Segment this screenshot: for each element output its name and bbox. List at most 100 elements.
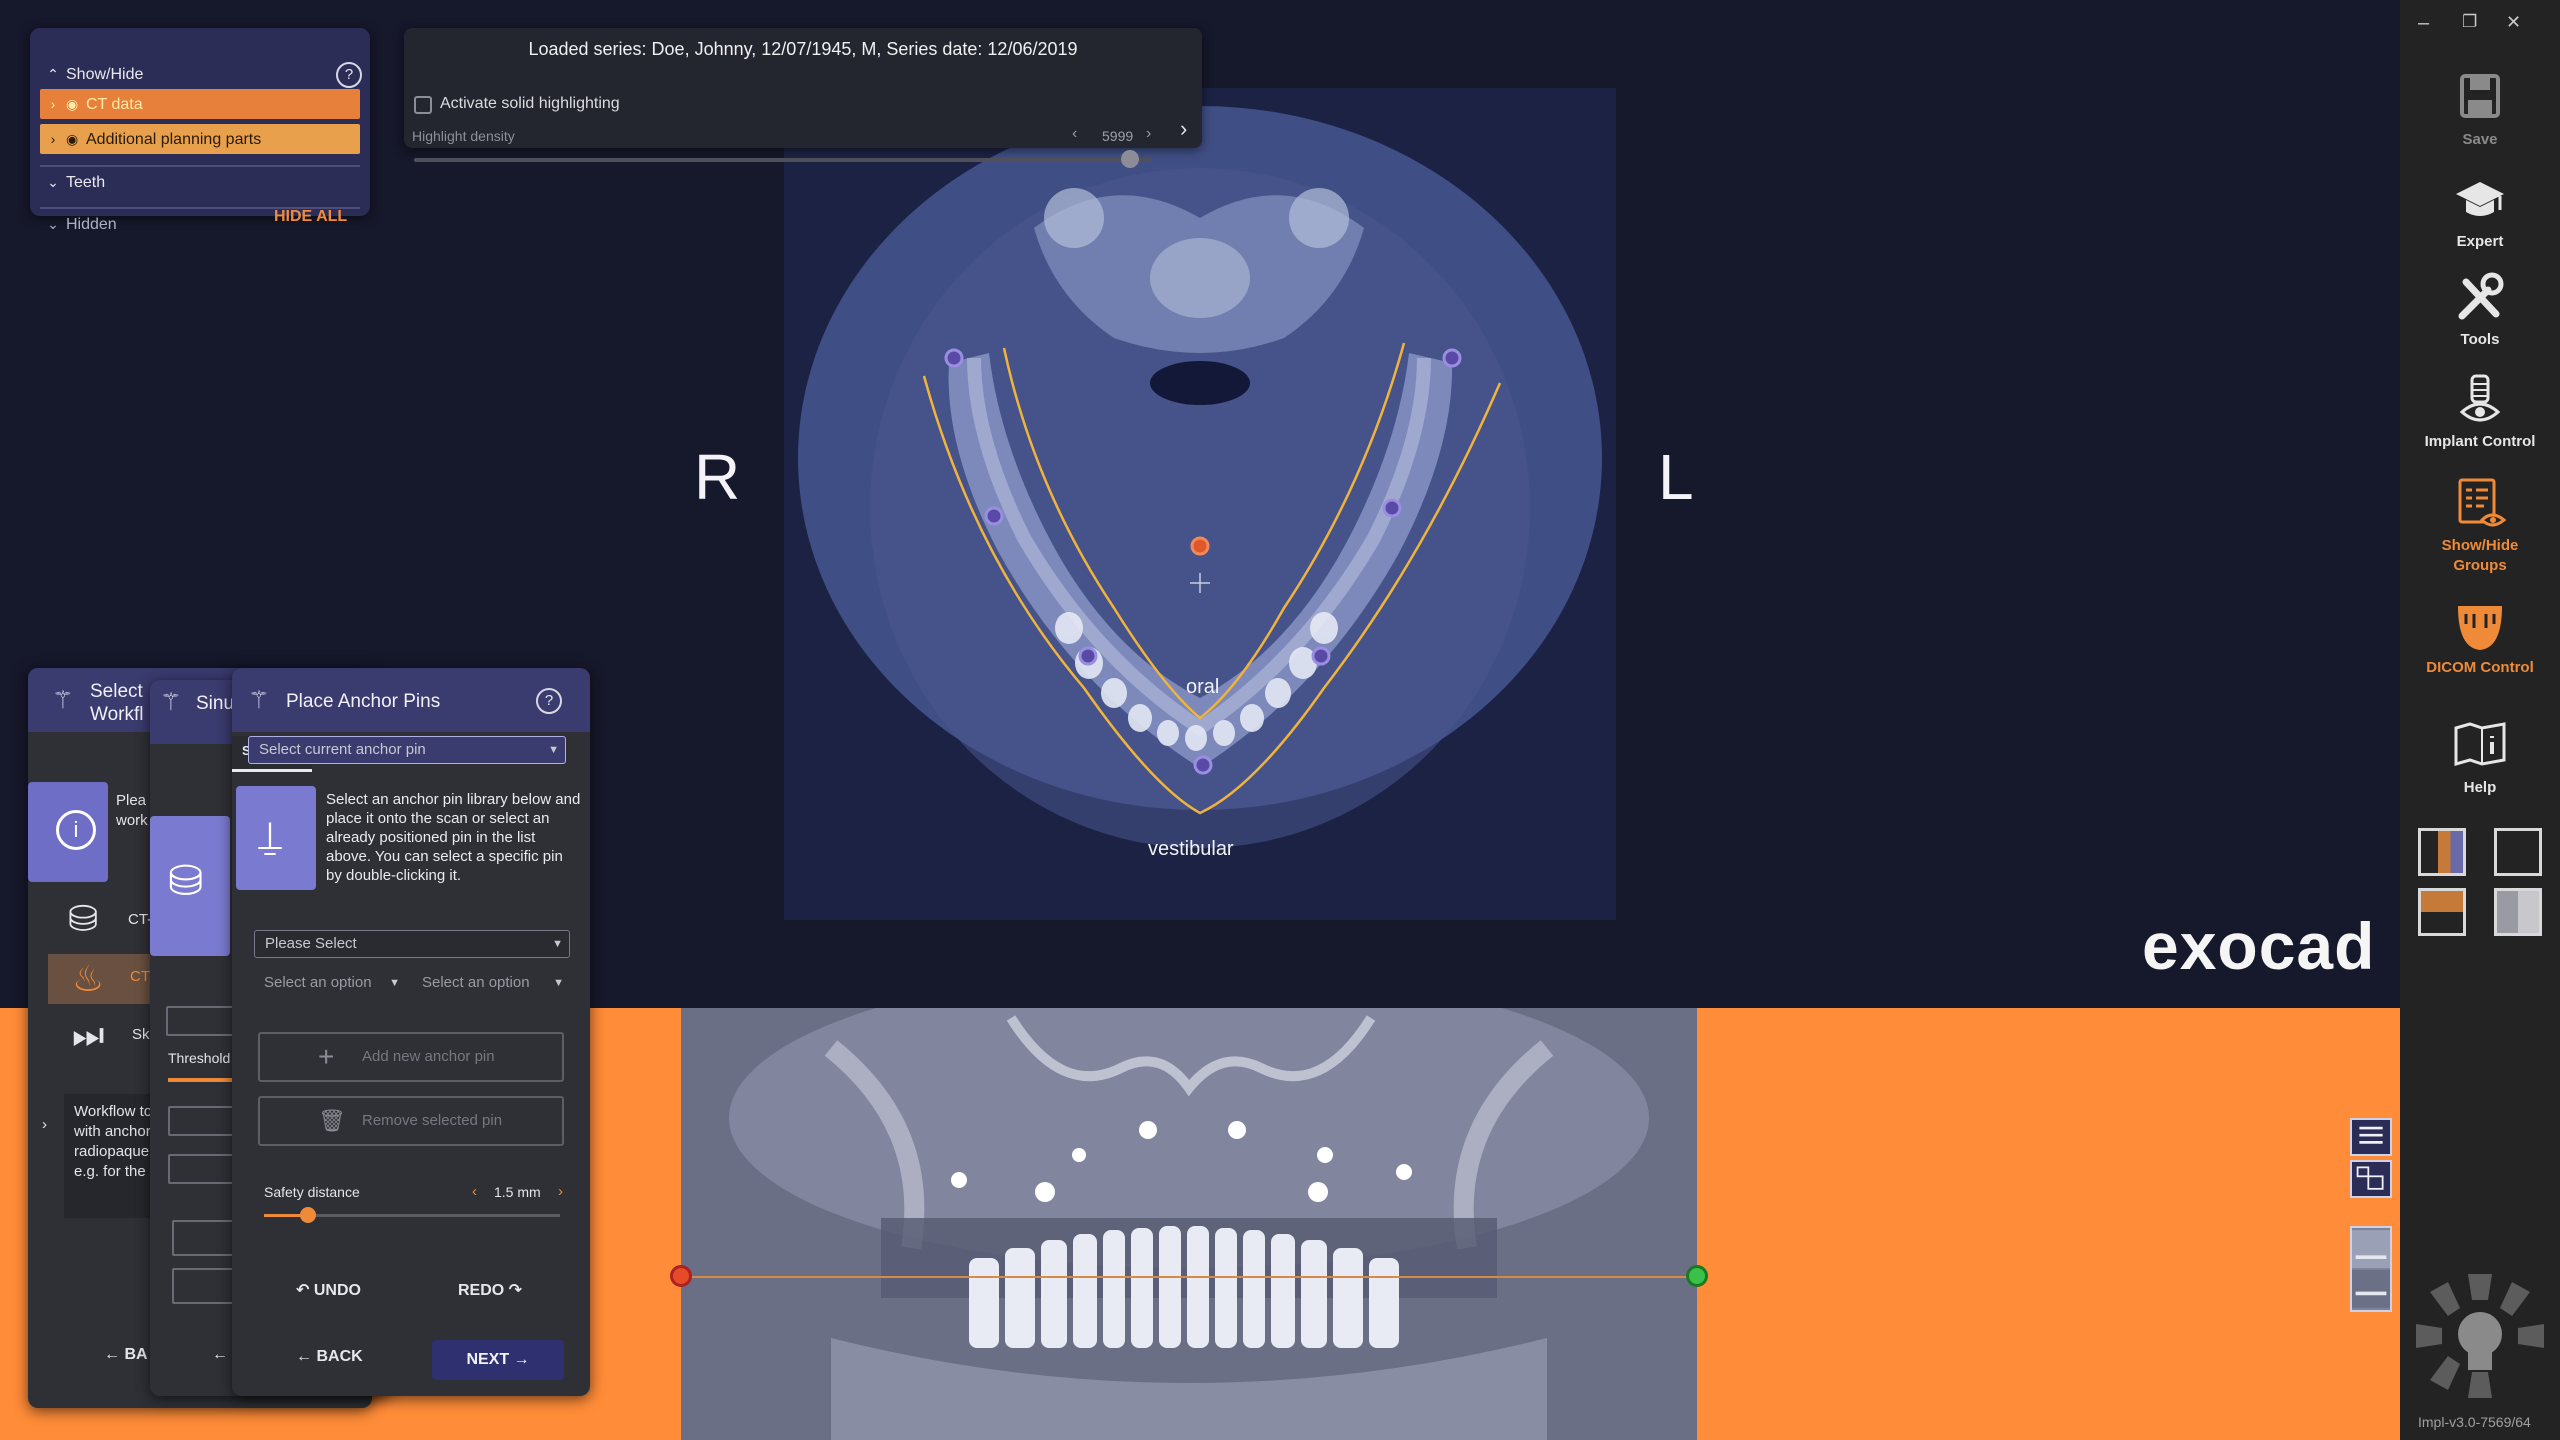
- skip-icon[interactable]: ⏭: [72, 1014, 104, 1057]
- ct-workflow-icon[interactable]: ⛁: [68, 898, 98, 940]
- redo-button[interactable]: REDO ↷: [458, 1280, 522, 1300]
- magic-wand-icon: ⚚: [248, 687, 270, 714]
- arrow-left-icon: ←: [104, 1346, 125, 1363]
- chevron-down-icon[interactable]: ⌄: [40, 167, 66, 197]
- chevron-right-icon[interactable]: ›: [40, 89, 66, 119]
- select-workflow-tab[interactable]: Select Workfl: [90, 680, 143, 726]
- axial-ct-view[interactable]: [784, 88, 1616, 920]
- help-button[interactable]: Help: [2400, 718, 2560, 798]
- panoramic-end-handle[interactable]: [1686, 1265, 1708, 1287]
- back-button[interactable]: ← BACK: [296, 1348, 363, 1366]
- implant-control-button[interactable]: Implant Control: [2400, 372, 2560, 452]
- expert-label: Expert: [2456, 233, 2504, 250]
- help-icon[interactable]: ?: [536, 688, 562, 714]
- loaded-series-title: Loaded series: Doe, Johnny, 12/07/1945, …: [528, 39, 1078, 59]
- solid-highlighting-label[interactable]: Activate solid highlighting: [440, 95, 620, 113]
- undo-button[interactable]: ↶ UNDO: [296, 1280, 361, 1300]
- select-workflow-tab-label-2: Workfl: [90, 704, 144, 725]
- option-dropdown-1[interactable]: Select an option ▼: [254, 970, 406, 998]
- ct-selected-label: CT: [130, 968, 150, 985]
- window-layout-button[interactable]: [2350, 1160, 2392, 1198]
- help-icon[interactable]: ?: [336, 62, 362, 88]
- caret-down-icon: ▼: [553, 977, 564, 989]
- view-orientation-widget[interactable]: [2410, 1266, 2550, 1411]
- ct-workflow-item[interactable]: CT-: [128, 911, 152, 928]
- add-anchor-pin-button[interactable]: + Add new anchor pin: [258, 1032, 564, 1082]
- chevron-right-icon[interactable]: ›: [42, 1116, 47, 1133]
- panoramic-view[interactable]: [681, 1008, 1697, 1440]
- chevron-right-icon[interactable]: ›: [40, 124, 66, 154]
- tools-icon: [2400, 270, 2560, 330]
- hidden-label: Hidden: [66, 216, 117, 233]
- layout-dual-button[interactable]: [2494, 888, 2542, 936]
- jaw-tool-icon: ⛁: [168, 857, 204, 904]
- plus-icon: +: [318, 1041, 335, 1072]
- chevron-right-icon[interactable]: ›: [1180, 116, 1187, 142]
- highlight-density-slider[interactable]: [414, 158, 1152, 162]
- tools-button[interactable]: Tools: [2400, 270, 2560, 350]
- minimize-icon[interactable]: –: [2418, 12, 2429, 35]
- show-hide-header[interactable]: ⌃ Show/Hide: [40, 59, 360, 89]
- close-icon[interactable]: ✕: [2506, 12, 2521, 33]
- eye-icon[interactable]: ◉: [66, 89, 86, 119]
- highlight-density-slider-handle[interactable]: [1120, 150, 1139, 168]
- list-view-button[interactable]: [2350, 1118, 2392, 1156]
- save-button[interactable]: Save: [2400, 70, 2560, 150]
- panoramic-start-handle[interactable]: [670, 1265, 692, 1287]
- option-dropdown-2[interactable]: Select an option ▼: [412, 970, 570, 998]
- layout-quad-button[interactable]: [2418, 828, 2466, 876]
- safety-increment-icon[interactable]: ›: [558, 1183, 563, 1200]
- arrow-left-icon: ←: [296, 1348, 317, 1365]
- orientation-right-label: R: [694, 441, 741, 513]
- show-hide-panel: ⌃ Show/Hide ? › ◉ CT data › ◉ Additional plan…: [30, 28, 370, 233]
- slice-thumbnails[interactable]: [2350, 1226, 2392, 1312]
- show-hide-groups-label-1: Show/Hide: [2441, 537, 2519, 554]
- density-increment-icon[interactable]: ›: [1146, 125, 1151, 143]
- safety-distance-slider-handle[interactable]: [300, 1207, 317, 1223]
- solid-highlighting-checkbox[interactable]: [414, 96, 432, 114]
- vestibular-label: vestibular: [1148, 838, 1234, 860]
- place-anchor-pins-tab[interactable]: Place Anchor Pins: [286, 690, 440, 713]
- safety-decrement-icon[interactable]: ‹: [472, 1183, 477, 1200]
- restore-icon[interactable]: ❐: [2462, 12, 2477, 32]
- anchor-pin-dropdown[interactable]: Select current anchor pin ▼: [248, 736, 566, 764]
- chevron-down-icon[interactable]: ⌄: [40, 209, 66, 239]
- trash-icon: 🗑: [318, 1108, 346, 1133]
- arrow-left-icon: ←: [212, 1346, 233, 1363]
- show-hide-item-teeth[interactable]: ⌄ Teeth: [40, 165, 360, 195]
- show-hide-groups-button[interactable]: Show/Hide Groups: [2400, 476, 2560, 576]
- hide-all-button[interactable]: HIDE ALL: [274, 208, 347, 226]
- highlight-density-value: 5999: [1102, 128, 1134, 144]
- back-button-1-label: BA: [124, 1346, 148, 1363]
- undo-label: UNDO: [313, 1282, 361, 1299]
- density-decrement-icon[interactable]: ‹: [1072, 125, 1077, 143]
- anchor-library-dropdown[interactable]: Please Select ▼: [254, 930, 570, 958]
- jaw-workflow-icon: ♨: [72, 958, 105, 999]
- panoramic-xray-image[interactable]: [681, 1008, 1697, 1440]
- eye-icon[interactable]: ◉: [66, 124, 86, 154]
- axial-ct-image[interactable]: [784, 88, 1616, 920]
- option-dropdown-2-label: Select an option: [422, 974, 530, 991]
- expert-button[interactable]: Expert: [2400, 172, 2560, 252]
- sinus-tab[interactable]: Sinu: [196, 692, 234, 715]
- sinus-tool-card[interactable]: ⛁: [150, 816, 230, 956]
- magic-wand-icon: ⚚: [52, 687, 74, 714]
- back-button-1[interactable]: ← BA: [104, 1346, 148, 1364]
- show-hide-item-ct-data[interactable]: › ◉ CT data: [40, 89, 360, 119]
- right-toolbar: – ❐ ✕ Save Expert Tools Implant Control …: [2400, 0, 2560, 1440]
- next-button[interactable]: NEXT →: [432, 1340, 564, 1380]
- anchor-pin-icon: ⍊: [258, 814, 282, 858]
- add-anchor-pin-label: Add new anchor pin: [362, 1048, 495, 1065]
- arrow-right-icon: →: [509, 1351, 530, 1368]
- layout-split-button[interactable]: [2418, 888, 2466, 936]
- layout-single-button[interactable]: [2494, 828, 2542, 876]
- undo-icon: ↶: [296, 1282, 314, 1299]
- highlight-density-label: Highlight density: [412, 128, 515, 144]
- dicom-control-button[interactable]: DICOM Control: [2400, 598, 2560, 678]
- show-hide-item-additional-planning[interactable]: › ◉ Additional planning parts: [40, 124, 360, 154]
- threshold-slider[interactable]: [168, 1078, 234, 1082]
- info-icon: i: [56, 810, 96, 850]
- back-label: BACK: [316, 1348, 363, 1365]
- remove-pin-button[interactable]: 🗑 Remove selected pin: [258, 1096, 564, 1146]
- oral-label: oral: [1186, 676, 1220, 698]
